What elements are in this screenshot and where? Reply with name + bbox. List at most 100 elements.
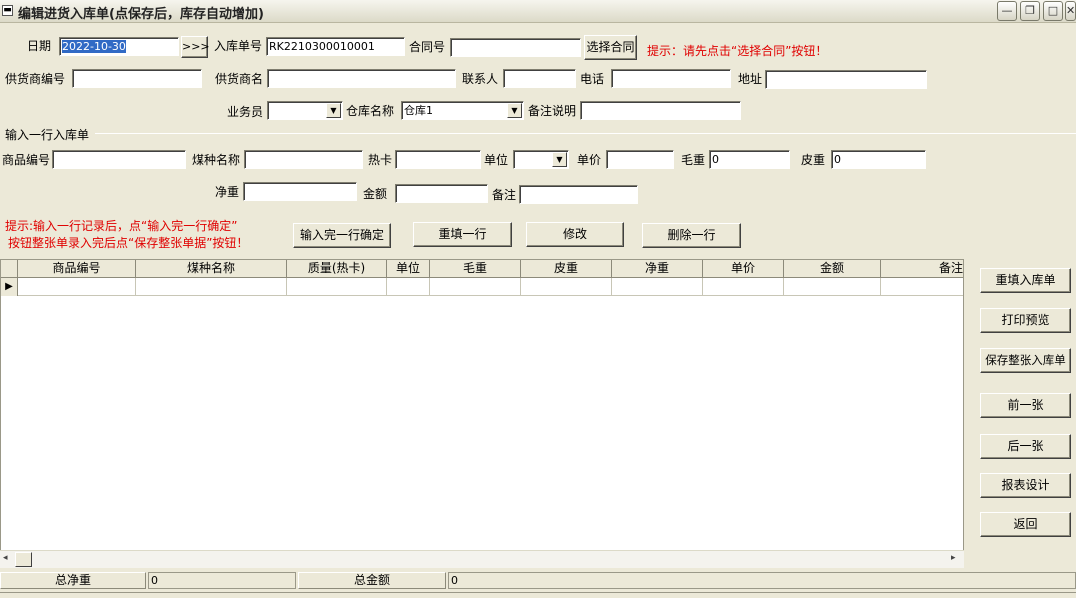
- contract-no-field[interactable]: [450, 38, 581, 57]
- date-value: 2022-10-30: [62, 40, 126, 53]
- phone-field[interactable]: [611, 69, 731, 88]
- column-header[interactable]: 煤种名称: [136, 260, 287, 278]
- column-header[interactable]: 单位: [387, 260, 430, 278]
- column-header[interactable]: 质量(热卡): [287, 260, 387, 278]
- table-cell[interactable]: [18, 278, 136, 296]
- group-divider: [95, 133, 1076, 134]
- supplier-no-field[interactable]: [72, 69, 202, 88]
- gross-field[interactable]: 0: [709, 150, 790, 169]
- table-row[interactable]: ▶: [1, 278, 963, 296]
- gross-label: 毛重: [681, 153, 706, 167]
- contract-no-label: 合同号: [409, 40, 446, 54]
- phone-label: 电话: [580, 72, 605, 86]
- total-amount-label: 总金额: [298, 572, 446, 589]
- coal-name-field[interactable]: [244, 150, 363, 169]
- scrollbar-thumb[interactable]: [15, 552, 32, 567]
- table-cell[interactable]: [287, 278, 387, 296]
- amount-label: 金额: [363, 187, 388, 201]
- chevron-down-icon[interactable]: ▼: [326, 103, 341, 118]
- column-header[interactable]: 净重: [612, 260, 703, 278]
- back-button[interactable]: 返回: [980, 512, 1071, 537]
- amount-field[interactable]: [395, 184, 488, 203]
- remark-field[interactable]: [580, 101, 741, 120]
- next-button[interactable]: 后一张: [980, 434, 1071, 459]
- prev-button[interactable]: 前一张: [980, 393, 1071, 418]
- heat-field[interactable]: [395, 150, 481, 169]
- grid-corner: [1, 260, 18, 278]
- supplier-name-label: 供货商名: [215, 72, 264, 86]
- table-cell[interactable]: [521, 278, 612, 296]
- close-icon: ✕: [1066, 4, 1076, 17]
- price-field[interactable]: [606, 150, 674, 169]
- modify-button[interactable]: 修改: [526, 222, 624, 247]
- heat-label: 热卡: [368, 153, 393, 167]
- confirm-row-button[interactable]: 输入完一行确定: [293, 223, 391, 248]
- salesman-select[interactable]: ▼: [267, 101, 343, 120]
- chevron-down-icon[interactable]: ▼: [507, 103, 522, 118]
- receipt-no-field[interactable]: RK2210300010001: [266, 37, 405, 56]
- restore-icon: ❐: [1025, 4, 1035, 17]
- coal-name-label: 煤种名称: [192, 153, 241, 167]
- report-design-button[interactable]: 报表设计: [980, 473, 1071, 498]
- warehouse-label: 仓库名称: [346, 104, 395, 118]
- column-header[interactable]: 毛重: [430, 260, 521, 278]
- salesman-label: 业务员: [227, 105, 264, 119]
- table-cell[interactable]: [136, 278, 287, 296]
- scroll-right-icon[interactable]: ▸: [951, 553, 956, 563]
- chevron-down-icon[interactable]: ▼: [552, 152, 567, 167]
- total-net-value: 0: [148, 572, 296, 589]
- total-amount-value: 0: [448, 572, 1076, 589]
- print-preview-button[interactable]: 打印预览: [980, 308, 1071, 333]
- tare-field[interactable]: 0: [831, 150, 926, 169]
- save-receipt-button[interactable]: 保存整张入库单: [980, 348, 1071, 373]
- supplier-no-label: 供货商编号: [5, 72, 66, 86]
- contact-label: 联系人: [462, 72, 499, 86]
- table-cell[interactable]: [387, 278, 430, 296]
- row-indicator-icon: ▶: [1, 278, 18, 296]
- column-header[interactable]: 备注: [881, 260, 963, 278]
- contact-field[interactable]: [503, 69, 576, 88]
- note-label: 备注: [492, 188, 517, 202]
- address-field[interactable]: [765, 70, 927, 89]
- product-no-label: 商品编号: [2, 153, 51, 167]
- net-field[interactable]: [243, 182, 357, 201]
- maximize-icon: □: [1047, 4, 1059, 17]
- table-cell[interactable]: [612, 278, 703, 296]
- refill-receipt-button[interactable]: 重填入库单: [980, 268, 1071, 293]
- table-cell[interactable]: [430, 278, 521, 296]
- line-entry-group-title: 输入一行入库单: [5, 128, 90, 142]
- receipt-no-label: 入库单号: [214, 39, 263, 53]
- horizontal-scrollbar[interactable]: [0, 550, 964, 568]
- scroll-left-icon[interactable]: ◂: [3, 553, 8, 563]
- date-label: 日期: [27, 39, 52, 53]
- maximize-button[interactable]: □: [1043, 1, 1063, 21]
- minimize-button[interactable]: —: [997, 1, 1017, 21]
- restore-button[interactable]: ❐: [1020, 1, 1040, 21]
- window-title: 编辑进货入库单(点保存后，库存自动增加): [18, 7, 264, 22]
- column-header[interactable]: 单价: [703, 260, 784, 278]
- delete-row-button[interactable]: 删除一行: [642, 223, 741, 248]
- column-header[interactable]: 商品编号: [18, 260, 136, 278]
- table-cell[interactable]: [703, 278, 784, 296]
- close-button[interactable]: ✕: [1065, 1, 1076, 21]
- minimize-icon: —: [1001, 4, 1013, 17]
- refill-row-button[interactable]: 重填一行: [413, 222, 512, 247]
- note-field[interactable]: [519, 185, 638, 204]
- product-no-field[interactable]: [52, 150, 186, 169]
- tare-label: 皮重: [801, 153, 826, 167]
- column-header[interactable]: 皮重: [521, 260, 612, 278]
- date-picker-button[interactable]: >>>: [181, 36, 210, 58]
- remark-label: 备注说明: [528, 104, 577, 118]
- table-cell[interactable]: [784, 278, 881, 296]
- select-contract-button[interactable]: 选择合同: [584, 35, 637, 60]
- column-header[interactable]: 金额: [784, 260, 881, 278]
- receipt-grid[interactable]: 商品编号 煤种名称 质量(热卡) 单位 毛重 皮重 净重 单价 金额 备注 ▶: [0, 259, 964, 568]
- warehouse-select[interactable]: 仓库1 ▼: [401, 101, 524, 120]
- net-label: 净重: [215, 185, 240, 199]
- system-menu-icon[interactable]: ▬: [2, 5, 13, 16]
- supplier-name-field[interactable]: [267, 69, 456, 88]
- unit-select[interactable]: ▼: [513, 150, 569, 169]
- date-field[interactable]: 2022-10-30: [59, 37, 179, 56]
- total-net-label: 总净重: [0, 572, 146, 589]
- address-label: 地址: [738, 72, 763, 86]
